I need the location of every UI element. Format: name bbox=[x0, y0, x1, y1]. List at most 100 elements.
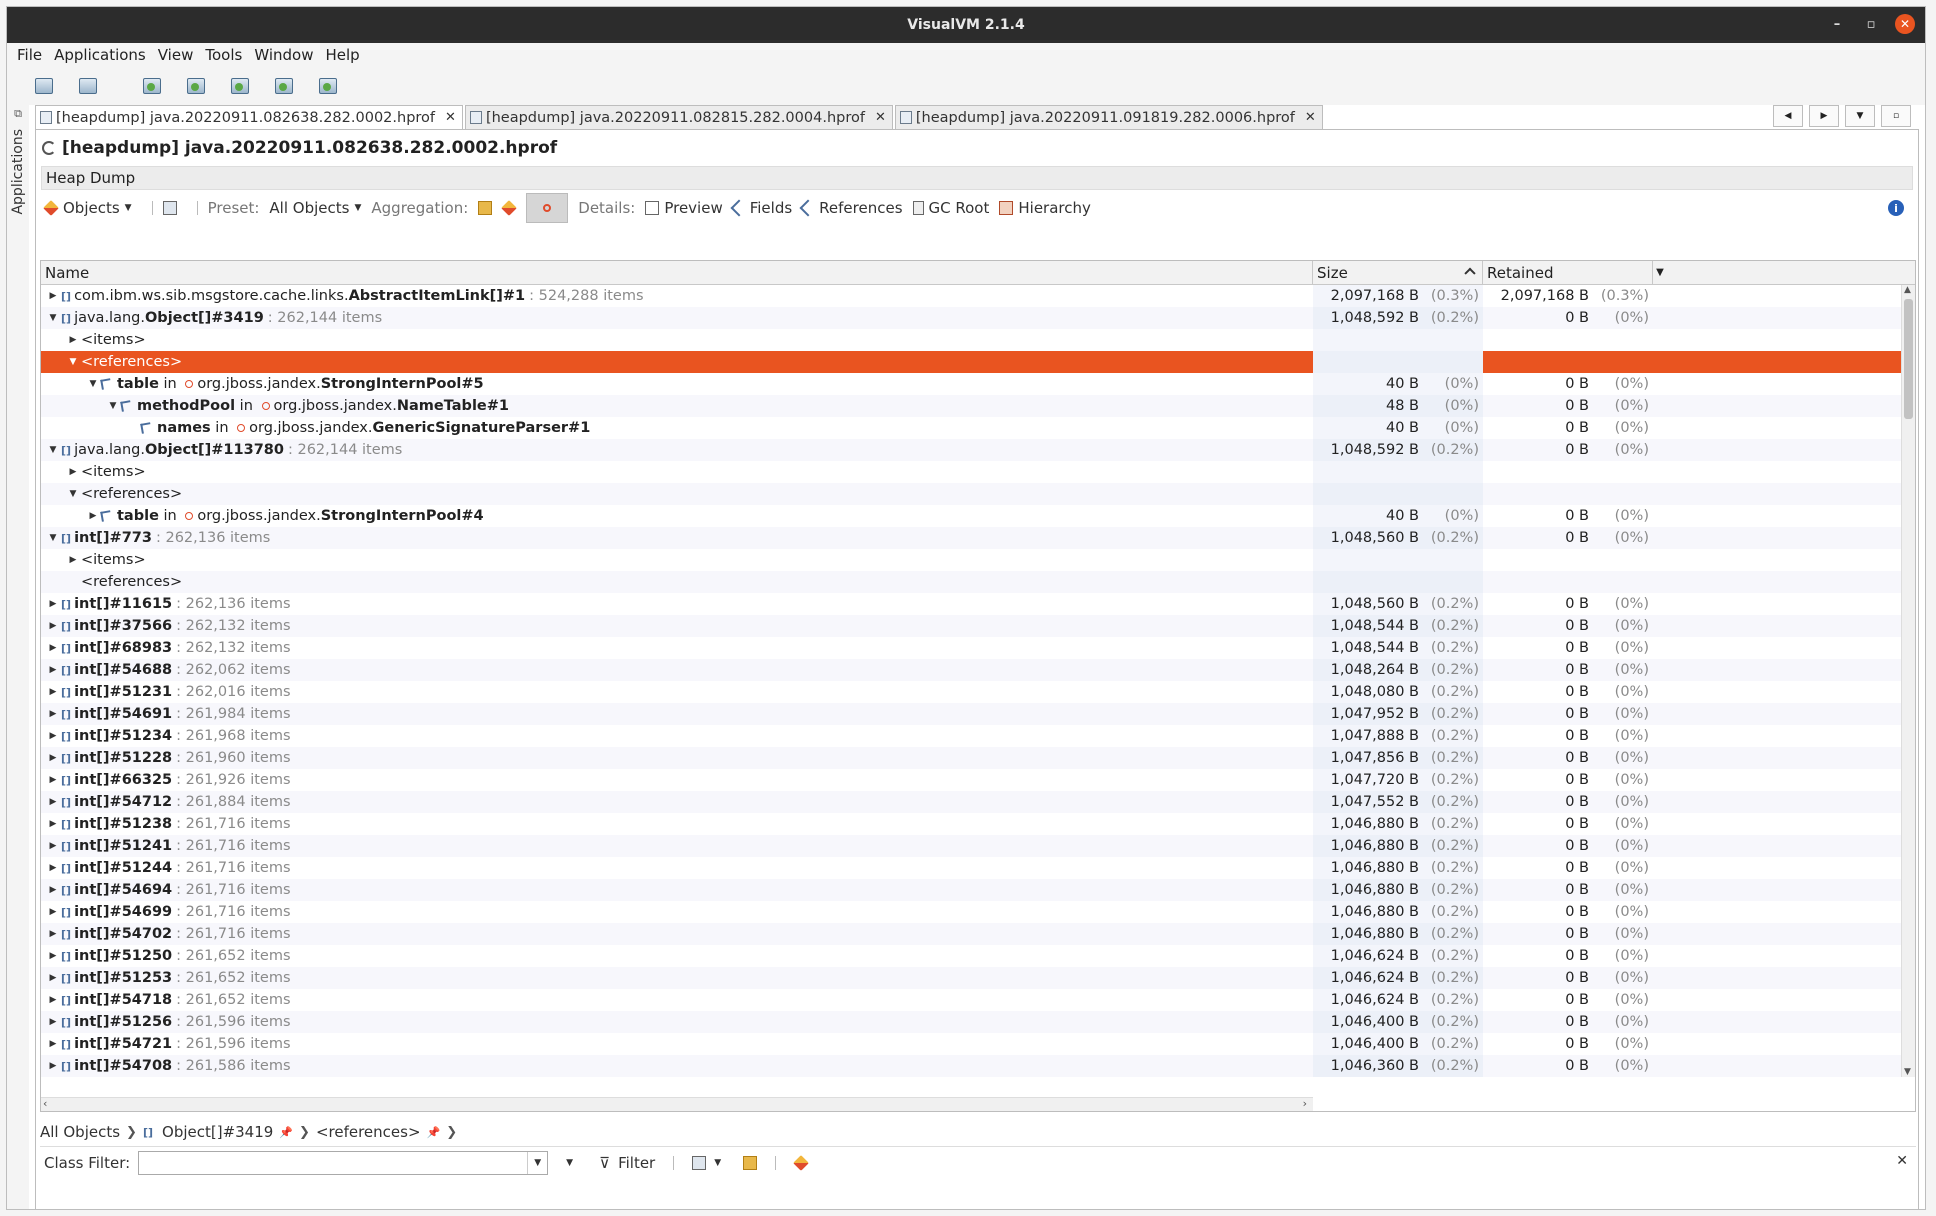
class-filter-input[interactable]: ▼ bbox=[138, 1150, 549, 1175]
breadcrumb-object[interactable]: Object[]#3419 bbox=[162, 1123, 273, 1141]
no-aggregation-button[interactable] bbox=[526, 193, 569, 223]
scroll-thumb[interactable] bbox=[1904, 299, 1913, 419]
export-icon[interactable] bbox=[793, 1154, 810, 1171]
expand-icon[interactable]: ▶ bbox=[45, 841, 61, 851]
aggregate-by-class-button[interactable] bbox=[478, 201, 493, 215]
column-header-retained[interactable]: Retained bbox=[1483, 261, 1653, 284]
expand-icon[interactable]: ▶ bbox=[45, 753, 61, 763]
aggregate-by-package-button[interactable] bbox=[501, 200, 518, 216]
table-row[interactable]: ▶[] int[]#51253: 261,652 items 1,046,624 B… bbox=[41, 967, 1915, 989]
expand-icon[interactable]: ▶ bbox=[45, 819, 61, 829]
table-row[interactable]: ▶[] int[]#51256: 261,596 items 1,046,400 B… bbox=[41, 1011, 1915, 1033]
horizontal-scrollbar[interactable]: ‹ › bbox=[41, 1097, 1313, 1111]
info-icon[interactable]: i bbox=[1888, 200, 1904, 216]
expand-icon[interactable]: ▶ bbox=[45, 291, 61, 301]
restore-panel-icon[interactable]: ⧉ bbox=[14, 107, 22, 121]
close-tab-icon[interactable]: ✕ bbox=[445, 110, 456, 125]
tab-list-dropdown-icon[interactable]: ▼ bbox=[1845, 105, 1875, 127]
objects-view-dropdown[interactable]: Objects ▼ bbox=[43, 199, 132, 217]
table-row[interactable]: ▶[] int[]#51234: 261,968 items 1,047,888 B… bbox=[41, 725, 1915, 747]
add-jfr-button[interactable] bbox=[267, 72, 301, 100]
table-row[interactable]: ▶[] int[]#68983: 262,132 items 1,048,544 B… bbox=[41, 637, 1915, 659]
add-remote-host-button[interactable] bbox=[179, 72, 213, 100]
close-icon[interactable]: ✕ bbox=[1895, 14, 1915, 34]
close-tab-icon[interactable]: ✕ bbox=[1305, 110, 1316, 125]
table-row[interactable]: ▶ <items> bbox=[41, 461, 1915, 483]
menu-view[interactable]: View bbox=[152, 46, 200, 64]
table-row[interactable]: ▶ <items> bbox=[41, 329, 1915, 351]
expand-icon[interactable]: ▶ bbox=[45, 731, 61, 741]
maximize-panel-icon[interactable]: ▫ bbox=[1881, 105, 1911, 127]
table-row[interactable]: ▶[] int[]#51250: 261,652 items 1,046,624 B… bbox=[41, 945, 1915, 967]
table-row[interactable]: ▼ <references> bbox=[41, 483, 1915, 505]
table-row[interactable]: ▼ table in org.jboss.jandex. StrongInternP… bbox=[41, 373, 1915, 395]
pin-icon[interactable]: 📌 bbox=[279, 1126, 293, 1139]
table-row[interactable]: ▼ <references> bbox=[41, 351, 1915, 373]
maximize-icon[interactable]: ▫ bbox=[1861, 14, 1881, 34]
expand-icon[interactable]: ▶ bbox=[45, 687, 61, 697]
tab-heapdump-0004[interactable]: [heapdump] java.20220911.082815.282.0004… bbox=[464, 105, 893, 129]
save-button[interactable] bbox=[71, 72, 105, 100]
expand-icon[interactable]: ▶ bbox=[45, 599, 61, 609]
collapse-icon[interactable]: ▼ bbox=[45, 533, 61, 543]
scroll-left-icon[interactable]: ‹ bbox=[43, 1097, 47, 1110]
references-toggle[interactable]: References bbox=[799, 199, 903, 217]
expand-icon[interactable]: ▶ bbox=[45, 929, 61, 939]
hierarchy-toggle[interactable]: Hierarchy bbox=[999, 199, 1091, 217]
collapse-icon[interactable]: ▼ bbox=[105, 401, 121, 411]
columns-icon[interactable] bbox=[692, 1155, 707, 1170]
table-row[interactable]: ▶[] int[]#54688: 262,062 items 1,048,264 B… bbox=[41, 659, 1915, 681]
expand-icon[interactable]: ▶ bbox=[45, 863, 61, 873]
table-row[interactable]: ▶ table in org.jboss.jandex. StrongInternP… bbox=[41, 505, 1915, 527]
table-row[interactable]: ▶[] int[]#11615: 262,136 items 1,048,560 B… bbox=[41, 593, 1915, 615]
add-jmx-button[interactable] bbox=[135, 72, 169, 100]
pin-icon[interactable]: 📌 bbox=[427, 1126, 441, 1139]
table-row[interactable]: ▶[] int[]#51231: 262,016 items 1,048,080 B… bbox=[41, 681, 1915, 703]
table-row[interactable]: ▶[] int[]#54712: 261,884 items 1,047,552 B… bbox=[41, 791, 1915, 813]
expand-icon[interactable]: ▶ bbox=[45, 665, 61, 675]
collapse-icon[interactable]: ▼ bbox=[65, 489, 81, 499]
expand-icon[interactable]: ▶ bbox=[45, 797, 61, 807]
table-row[interactable]: ▶[] int[]#54691: 261,984 items 1,047,952 B… bbox=[41, 703, 1915, 725]
add-snapshot-button[interactable] bbox=[311, 72, 345, 100]
menu-applications[interactable]: Applications bbox=[48, 46, 152, 64]
expand-icon[interactable]: ▶ bbox=[45, 885, 61, 895]
vertical-scrollbar[interactable]: ▲ ▼ bbox=[1901, 285, 1915, 1077]
collapse-icon[interactable]: ▼ bbox=[85, 379, 101, 389]
collapse-icon[interactable]: ▼ bbox=[45, 313, 61, 323]
expand-icon[interactable]: ▶ bbox=[45, 1061, 61, 1071]
table-row[interactable]: ▼[] java.lang. Object[]#3419: 262,144 item… bbox=[41, 307, 1915, 329]
table-row[interactable]: ▶[] int[]#54702: 261,716 items 1,046,880 B… bbox=[41, 923, 1915, 945]
close-filter-icon[interactable]: ✕ bbox=[1896, 1153, 1908, 1169]
fields-toggle[interactable]: Fields bbox=[730, 199, 792, 217]
tab-heapdump-0006[interactable]: [heapdump] java.20220911.091819.282.0006… bbox=[894, 105, 1323, 129]
load-snapshot-button[interactable] bbox=[27, 72, 61, 100]
expand-icon[interactable]: ▶ bbox=[65, 555, 81, 565]
scroll-right-icon[interactable]: › bbox=[1303, 1097, 1307, 1110]
minimize-icon[interactable]: – bbox=[1827, 14, 1847, 34]
column-header-name[interactable]: Name bbox=[41, 261, 1313, 284]
menu-window[interactable]: Window bbox=[248, 46, 319, 64]
tab-heapdump-0002[interactable]: [heapdump] java.20220911.082638.282.0002… bbox=[35, 105, 463, 129]
gc-root-toggle[interactable]: GC Root bbox=[912, 199, 989, 217]
expand-icon[interactable]: ▶ bbox=[45, 709, 61, 719]
table-row[interactable]: <references> bbox=[41, 571, 1915, 593]
table-row[interactable]: names in org.jboss.jandex. GenericSignatu… bbox=[41, 417, 1915, 439]
scroll-tabs-left-icon[interactable]: ◀ bbox=[1773, 105, 1803, 127]
column-header-size[interactable]: Size bbox=[1313, 261, 1483, 284]
table-row[interactable]: ▶[] int[]#54718: 261,652 items 1,046,624 B… bbox=[41, 989, 1915, 1011]
expand-icon[interactable]: ▶ bbox=[45, 951, 61, 961]
table-row[interactable]: ▼[] int[]#773: 262,136 items 1,048,560 B (0… bbox=[41, 527, 1915, 549]
table-row[interactable]: ▶[] int[]#54694: 261,716 items 1,046,880 B… bbox=[41, 879, 1915, 901]
expand-icon[interactable]: ▶ bbox=[85, 511, 101, 521]
breadcrumb-references[interactable]: <references> bbox=[316, 1123, 421, 1141]
expand-icon[interactable]: ▶ bbox=[45, 775, 61, 785]
table-row[interactable]: ▶[] int[]#51238: 261,716 items 1,046,880 B… bbox=[41, 813, 1915, 835]
table-row[interactable]: ▶ <items> bbox=[41, 549, 1915, 571]
filter-button[interactable]: Filter bbox=[618, 1154, 655, 1172]
scroll-down-icon[interactable]: ▼ bbox=[1904, 1067, 1911, 1077]
table-row[interactable]: ▶[] int[]#51244: 261,716 items 1,046,880 B… bbox=[41, 857, 1915, 879]
expand-icon[interactable]: ▶ bbox=[45, 973, 61, 983]
table-row[interactable]: ▶[] int[]#54699: 261,716 items 1,046,880 B… bbox=[41, 901, 1915, 923]
menu-file[interactable]: File bbox=[11, 46, 48, 64]
